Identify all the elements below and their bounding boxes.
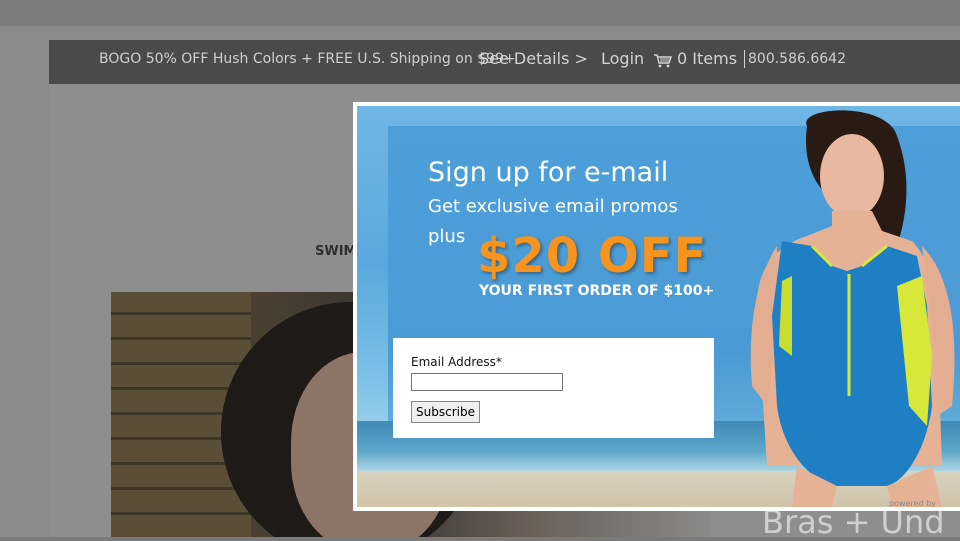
email-label: Email Address* bbox=[411, 355, 502, 369]
nav-item-swim[interactable]: SWIM bbox=[315, 244, 356, 259]
see-details-link[interactable]: See Details > bbox=[479, 49, 588, 68]
offer-condition: YOUR FIRST ORDER OF $100+ bbox=[479, 283, 715, 299]
email-signup-modal: Sign up for e-mail Get exclusive email p… bbox=[353, 102, 960, 511]
cart-items-link[interactable]: 0 Items bbox=[677, 49, 737, 68]
divider bbox=[744, 50, 745, 68]
modal-plus-text: plus bbox=[428, 226, 466, 247]
signup-form: Email Address* Subscribe bbox=[393, 338, 714, 438]
offer-amount: $20 OFF bbox=[477, 228, 708, 284]
modal-background-image: Sign up for e-mail Get exclusive email p… bbox=[357, 106, 960, 507]
cart-icon[interactable] bbox=[654, 54, 672, 68]
modal-subtitle: Get exclusive email promos bbox=[428, 196, 678, 217]
subscribe-button[interactable]: Subscribe bbox=[411, 401, 480, 423]
powered-by-text: powered by bbox=[889, 499, 936, 507]
email-input[interactable] bbox=[411, 373, 563, 391]
promo-bar: BOGO 50% OFF Hush Colors + FREE U.S. Shi… bbox=[49, 40, 960, 84]
login-link[interactable]: Login bbox=[601, 49, 644, 68]
phone-number: 800.586.6642 bbox=[748, 51, 846, 67]
promo-text[interactable]: BOGO 50% OFF Hush Colors + FREE U.S. Shi… bbox=[99, 51, 516, 67]
modal-title: Sign up for e-mail bbox=[428, 157, 669, 188]
swimsuit-model-image bbox=[750, 110, 955, 507]
top-strip bbox=[0, 0, 960, 26]
